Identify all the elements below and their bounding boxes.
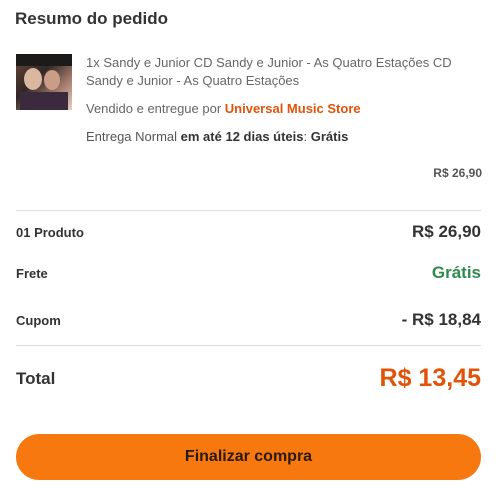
item-description[interactable]: 1x Sandy e Junior CD Sandy e Junior - As… (86, 54, 482, 90)
seller-info: Vendido e entregue por Universal Music S… (86, 101, 361, 116)
delivery-cost: Grátis (310, 129, 349, 144)
divider (16, 210, 481, 211)
shipping-value: Grátis (431, 263, 481, 282)
total-label: Total (16, 368, 56, 388)
divider (16, 345, 481, 346)
products-value: R$ 26,90 (412, 222, 481, 241)
delivery-type: Entrega Normal (86, 129, 181, 144)
order-summary-panel: Resumo do pedido 1x Sandy e Junior CD Sa… (0, 0, 500, 495)
delivery-info: Entrega Normal em até 12 dias úteis: Grá… (86, 129, 348, 144)
seller-name-link[interactable]: Universal Music Store (225, 101, 361, 116)
total-row: Total R$ 13,45 (16, 364, 481, 393)
checkout-button[interactable]: Finalizar compra (16, 434, 481, 480)
delivery-time: em até 12 dias úteis (180, 129, 304, 144)
item-price: R$ 26,90 (433, 166, 482, 180)
shipping-row: Frete Grátis (16, 263, 481, 283)
products-row: 01 Produto R$ 26,90 (16, 222, 481, 242)
summary-title: Resumo do pedido (15, 9, 168, 28)
coupon-value: - R$ 18,84 (401, 310, 481, 329)
coupon-row: Cupom - R$ 18,84 (16, 310, 481, 330)
album-cover-image[interactable] (16, 54, 72, 110)
delivery-separator: : (303, 129, 311, 144)
products-label: 01 Produto (16, 224, 84, 240)
total-value: R$ 13,45 (379, 364, 481, 392)
coupon-label: Cupom (16, 312, 61, 328)
shipping-label: Frete (16, 265, 48, 281)
seller-prefix: Vendido e entregue por (86, 101, 225, 116)
